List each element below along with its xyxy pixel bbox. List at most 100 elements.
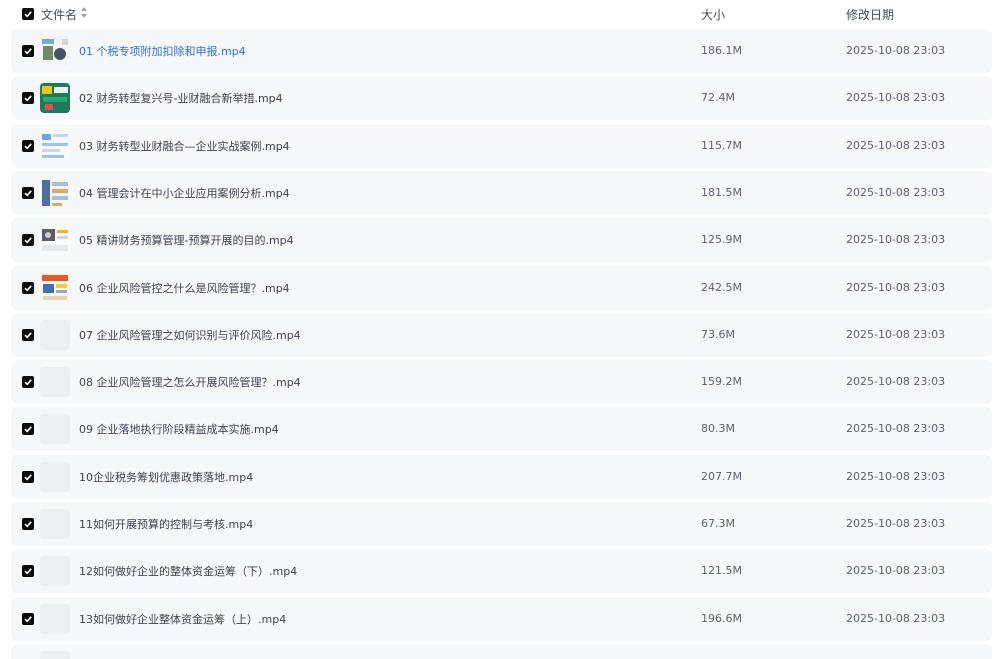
file-name-link[interactable]: 04 管理会计在中小企业应用案例分析.mp4 [79,185,290,201]
row-checkbox[interactable] [22,470,34,483]
check-icon [24,142,32,150]
check-icon [24,48,32,55]
check-icon [24,568,32,575]
file-modified-date: 2025-10-08 23:03 [846,233,946,247]
file-size: 73.6M [701,327,735,341]
row-checkbox[interactable] [22,186,34,199]
file-name-link[interactable]: 13如何做好企业整体资金运筹（上）.mp4 [79,611,286,627]
file-modified-date: 2025-10-08 23:03 [846,469,946,483]
file-name-link[interactable]: 01 个税专项附加扣除和申报.mp4 [79,43,246,59]
file-list: 01 个税专项附加扣除和申报.mp4 186.1M 2025-10-08 23:03… [0,28,1000,659]
file-modified-date: 2025-10-08 23:03 [846,422,946,436]
file-name-link[interactable]: 03 财务转型业财融合—企业实战案例.mp4 [79,138,290,154]
file-size: 121.5M [701,564,742,578]
file-row[interactable]: 11如何开展预算的控制与考核.mp4 67.3M 2025-10-08 23:03 [11,502,992,546]
thumbnail-placeholder-icon [40,556,70,587]
row-checkbox[interactable] [22,281,34,294]
thumbnail-placeholder-icon [40,461,70,492]
file-modified-date: 2025-10-08 23:03 [846,517,946,530]
file-size: 67.3M [701,517,735,530]
check-icon [24,332,32,339]
row-checkbox[interactable] [22,139,34,152]
file-row[interactable]: 04 管理会计在中小企业应用案例分析.mp4 181.5M 2025-10-08 2… [11,170,992,215]
row-checkbox[interactable] [22,328,34,341]
file-row[interactable]: 02 财务转型复兴号-业财融合新举措.mp4 72.4M 2025-10-08 23… [11,76,992,121]
file-name-link[interactable]: 02 财务转型复兴号-业财融合新举措.mp4 [79,90,283,106]
file-row[interactable] [11,643,992,659]
file-row[interactable]: 12如何做好企业的整体资金运筹（下）.mp4 121.5M 2025-10-08 2… [11,549,992,594]
column-header-size[interactable]: 大小 [701,6,725,23]
file-size: 186.1M [701,44,742,57]
file-row[interactable]: 10企业税务筹划优惠政策落地.mp4 207.7M 2025-10-08 23:03 [11,454,992,499]
file-name-link[interactable]: 11如何开展预算的控制与考核.mp4 [79,516,253,532]
check-icon [24,237,32,244]
thumbnail-placeholder-icon [40,414,70,445]
file-row[interactable]: 03 财务转型业财融合—企业实战案例.mp4 115.7M 2025-10-08 2… [11,123,992,168]
file-row[interactable]: 13如何做好企业整体资金运筹（上）.mp4 196.6M 2025-10-08 23… [11,596,992,641]
check-icon [24,473,32,481]
thumbnail-placeholder-icon [40,509,70,539]
check-icon [24,615,32,623]
file-row[interactable]: 01 个税专项附加扣除和申报.mp4 186.1M 2025-10-08 23:03 [11,29,992,73]
file-modified-date: 2025-10-08 23:03 [846,375,946,389]
file-modified-date: 2025-10-08 23:03 [846,564,946,578]
video-thumbnail-icon [40,83,70,114]
thumbnail-placeholder-icon [40,367,70,398]
file-row[interactable]: 09 企业落地执行阶段精益成本实施.mp4 80.3M 2025-10-08 23:… [11,407,992,452]
check-icon [24,95,32,102]
row-checkbox[interactable] [22,92,34,105]
video-thumbnail-icon [40,177,70,208]
row-checkbox[interactable] [22,45,34,57]
column-header-name[interactable]: 文件名 [41,6,77,23]
thumbnail-placeholder-icon [40,650,70,659]
row-checkbox[interactable] [22,376,34,389]
row-checkbox[interactable] [22,565,34,578]
row-checkbox[interactable] [22,612,34,625]
select-all-checkbox[interactable] [22,8,34,20]
check-icon [24,379,32,386]
file-row[interactable]: 08 企业风险管理之怎么开展风险管理？.mp4 159.2M 2025-10-08 … [11,360,992,405]
file-modified-date: 2025-10-08 23:03 [846,138,946,152]
file-row[interactable]: 07 企业风险管理之如何识别与评价风险.mp4 73.6M 2025-10-08 2… [11,312,992,357]
file-size: 159.2M [701,375,742,389]
check-icon [24,190,32,197]
file-name-link[interactable]: 09 企业落地执行阶段精益成本实施.mp4 [79,421,279,437]
file-modified-date: 2025-10-08 23:03 [846,327,946,341]
file-size: 115.7M [701,138,742,152]
sort-updown-icon[interactable] [80,6,88,19]
file-size: 181.5M [701,185,742,199]
file-size: 196.6M [701,611,742,625]
file-name-link[interactable]: 12如何做好企业的整体资金运筹（下）.mp4 [79,563,297,579]
file-name-link[interactable]: 07 企业风险管理之如何识别与评价风险.mp4 [79,327,301,343]
file-modified-date: 2025-10-08 23:03 [846,44,946,57]
video-thumbnail-icon [40,225,70,256]
check-icon [24,521,32,528]
file-row[interactable]: 05 精讲财务预算管理-预算开展的目的.mp4 125.9M 2025-10-08 … [11,218,992,263]
file-name-link[interactable]: 08 企业风险管理之怎么开展风险管理？.mp4 [79,374,301,390]
check-icon [24,426,32,433]
file-size: 80.3M [701,422,735,436]
thumbnail-placeholder-icon [40,319,70,350]
file-name-link[interactable]: 06 企业风险管控之什么是风险管理？.mp4 [79,280,290,296]
file-size: 207.7M [701,469,742,483]
file-list-header: 文件名 大小 修改日期 [0,0,1000,28]
file-row[interactable]: 06 企业风险管控之什么是风险管理？.mp4 242.5M 2025-10-08 2… [11,265,992,310]
thumbnail-placeholder-icon [40,603,70,634]
file-modified-date: 2025-10-08 23:03 [846,611,946,625]
file-name-link[interactable]: 10企业税务筹划优惠政策落地.mp4 [79,469,253,485]
file-size: 72.4M [701,91,735,105]
row-checkbox[interactable] [22,518,34,530]
file-name-link[interactable]: 05 精讲财务预算管理-预算开展的目的.mp4 [79,232,294,248]
column-header-date[interactable]: 修改日期 [846,6,894,23]
video-thumbnail-icon [40,272,70,303]
file-modified-date: 2025-10-08 23:03 [846,185,946,199]
file-modified-date: 2025-10-08 23:03 [846,91,946,105]
video-thumbnail-icon [40,36,70,66]
check-icon [24,284,32,291]
video-thumbnail-icon [40,130,70,161]
file-modified-date: 2025-10-08 23:03 [846,280,946,294]
file-size: 125.9M [701,233,742,247]
row-checkbox[interactable] [22,423,34,436]
check-icon [24,11,32,18]
row-checkbox[interactable] [22,234,34,247]
